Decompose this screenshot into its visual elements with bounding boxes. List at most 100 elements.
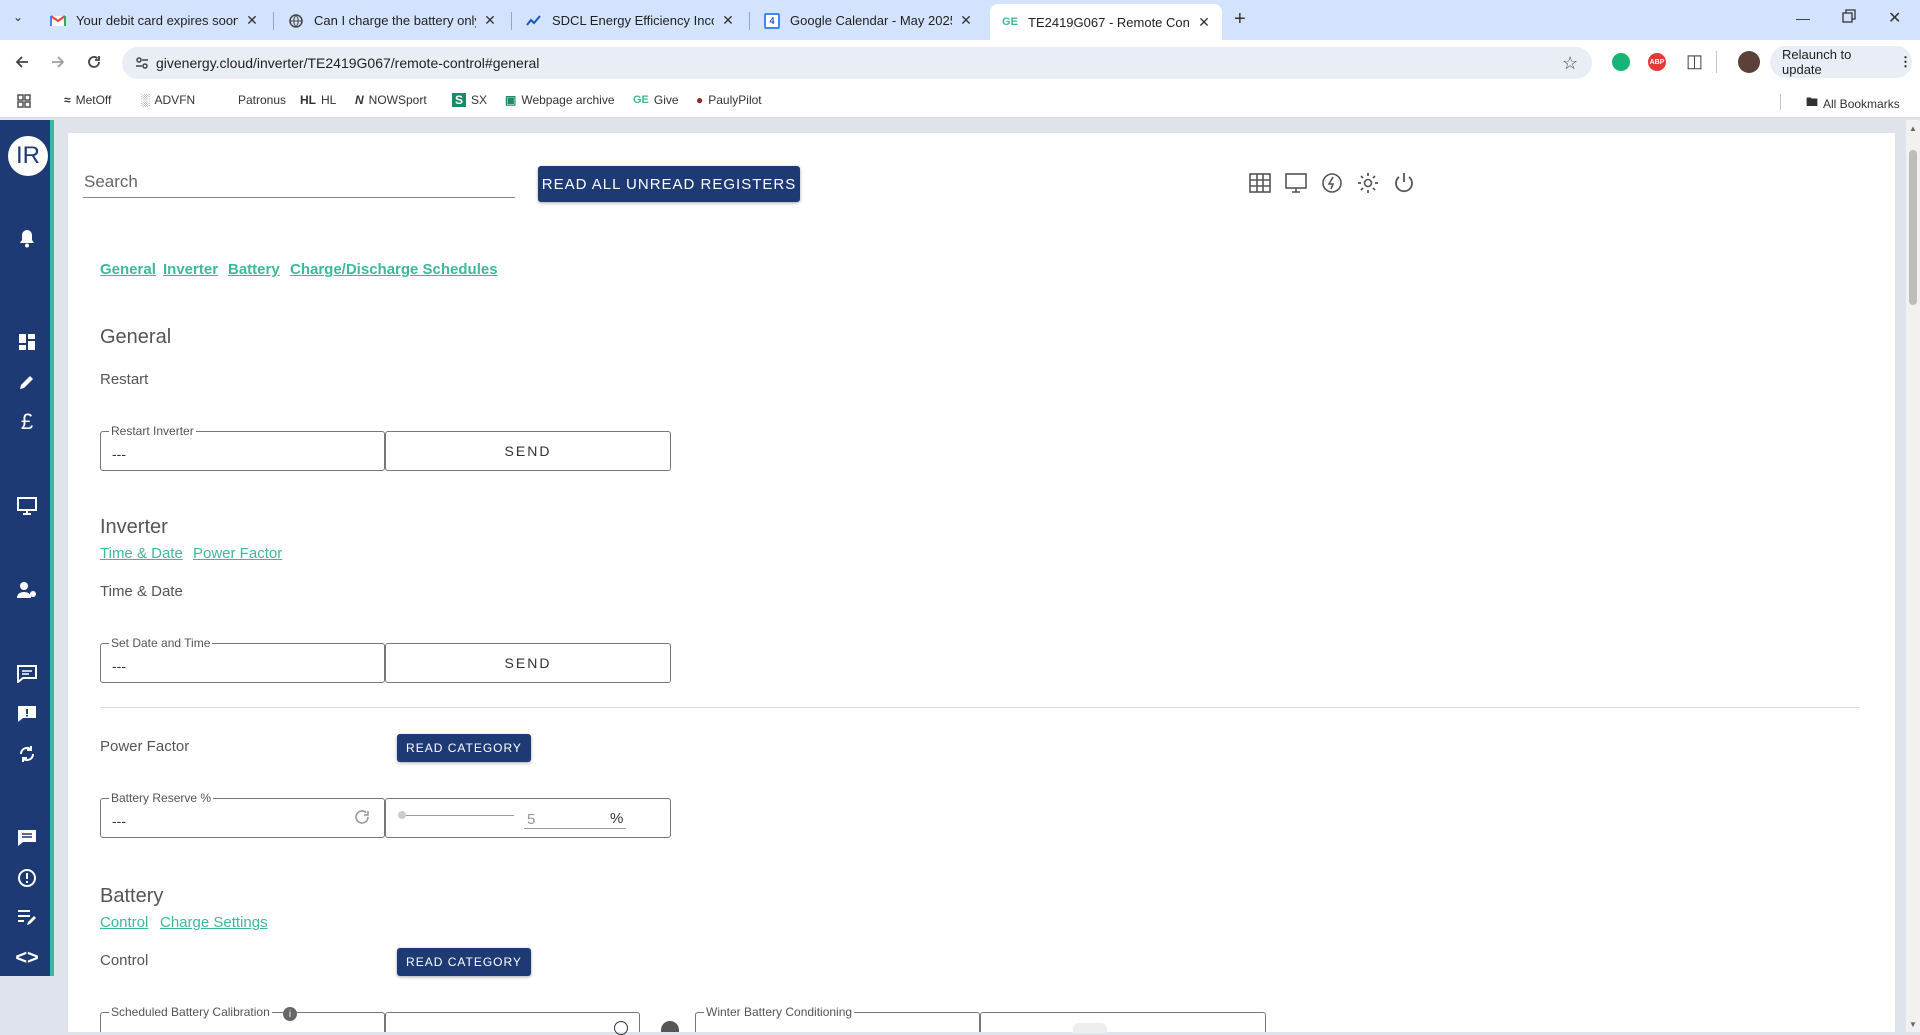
browser-tab[interactable]: Can I charge the battery only w ✕ bbox=[276, 6, 508, 35]
power-factor-subheading: Power Factor bbox=[100, 738, 190, 755]
chat-icon[interactable] bbox=[11, 658, 43, 690]
general-heading: General bbox=[100, 326, 172, 348]
refresh-icon[interactable] bbox=[353, 808, 371, 831]
restore-icon[interactable] bbox=[1842, 9, 1856, 23]
close-icon[interactable]: ✕ bbox=[244, 12, 260, 29]
window-close-icon[interactable]: ✕ bbox=[1888, 8, 1901, 28]
extension-icon[interactable] bbox=[1612, 53, 1630, 71]
read-all-unread-registers-button[interactable]: READ ALL UNREAD REGISTERS bbox=[538, 166, 800, 202]
address-bar[interactable]: givenergy.cloud/inverter/TE2419G067/remo… bbox=[122, 47, 1592, 79]
power-factor-read-category-button[interactable]: READ CATEGORY bbox=[397, 734, 531, 762]
set-date-time-field[interactable]: Set Date and Time --- bbox=[100, 636, 385, 683]
apps-grid-icon[interactable] bbox=[17, 94, 31, 113]
tab-search-chevron-icon[interactable]: ⌄ bbox=[8, 10, 28, 30]
inverter-link-time-date[interactable]: Time & Date bbox=[100, 545, 183, 562]
clock-icon[interactable] bbox=[614, 1021, 628, 1035]
tab-title: TE2419G067 - Remote Control bbox=[1028, 14, 1190, 30]
restart-subheading: Restart bbox=[100, 371, 149, 388]
close-icon[interactable]: ✕ bbox=[720, 12, 736, 29]
battery-read-category-button[interactable]: READ CATEGORY bbox=[397, 948, 531, 976]
section-link-battery[interactable]: Battery bbox=[228, 261, 280, 278]
edit-pencil-icon[interactable] bbox=[11, 366, 43, 398]
reserve-slider-thumb[interactable] bbox=[398, 811, 406, 819]
sync-icon[interactable] bbox=[11, 738, 43, 770]
search-placeholder: Search bbox=[84, 172, 138, 191]
list-edit-icon[interactable] bbox=[11, 902, 43, 934]
extensions-puzzle-icon[interactable]: ◫ bbox=[1686, 51, 1703, 72]
power-icon[interactable] bbox=[1392, 171, 1418, 197]
settings-gear-icon[interactable] bbox=[1356, 171, 1382, 197]
bookmark-paulypilot[interactable]: ● PaulyPilot bbox=[696, 93, 762, 107]
bookmark-give[interactable]: GE Give bbox=[633, 93, 679, 107]
reload-icon[interactable] bbox=[80, 48, 108, 76]
bookmark-patronus[interactable]: Patronus bbox=[238, 93, 286, 107]
relaunch-button[interactable]: Relaunch to update ⋮ bbox=[1770, 46, 1912, 78]
bookmark-hl[interactable]: HL HL bbox=[300, 93, 336, 107]
forward-icon[interactable] bbox=[44, 48, 72, 76]
reserve-slider-track[interactable] bbox=[402, 815, 514, 816]
monitor-icon[interactable] bbox=[11, 490, 43, 522]
close-icon[interactable]: ✕ bbox=[958, 12, 974, 29]
site-info-icon[interactable] bbox=[134, 55, 150, 76]
browser-tab[interactable]: Your debit card expires soon ✕ bbox=[38, 6, 270, 35]
dashboard-icon[interactable] bbox=[11, 326, 43, 358]
monitor-icon[interactable] bbox=[1284, 171, 1310, 197]
scheduled-battery-calibration-field[interactable]: Scheduled Battery Calibration i bbox=[100, 1005, 385, 1032]
feedback-icon[interactable] bbox=[11, 698, 43, 730]
page-scrollbar[interactable]: ▲ ▼ bbox=[1906, 120, 1920, 1032]
forum-icon[interactable] bbox=[11, 822, 43, 854]
notifications-bell-icon[interactable] bbox=[11, 222, 43, 254]
close-icon[interactable]: ✕ bbox=[482, 12, 498, 29]
code-icon[interactable]: <> bbox=[11, 942, 43, 974]
battery-link-charge-settings[interactable]: Charge Settings bbox=[160, 914, 268, 931]
alert-circle-icon[interactable] bbox=[11, 862, 43, 894]
browser-tab-active[interactable]: GE TE2419G067 - Remote Control ✕ bbox=[990, 4, 1222, 40]
bookmark-star-icon[interactable]: ☆ bbox=[1562, 53, 1578, 74]
close-icon[interactable]: ✕ bbox=[1196, 14, 1212, 31]
time-send-button[interactable]: SEND bbox=[385, 643, 671, 683]
clear-icon[interactable] bbox=[661, 1021, 679, 1032]
bars-icon: ░ bbox=[141, 93, 150, 107]
section-link-schedules[interactable]: Charge/Discharge Schedules bbox=[290, 261, 498, 278]
tab-title: Your debit card expires soon bbox=[76, 13, 238, 28]
bookmark-metoff[interactable]: ≈ MetOff bbox=[64, 93, 111, 107]
calibration-time-field[interactable] bbox=[385, 1012, 640, 1035]
restart-inverter-field[interactable]: Restart Inverter --- bbox=[100, 424, 385, 471]
pound-icon[interactable]: £ bbox=[11, 406, 43, 438]
tab-title: Can I charge the battery only w bbox=[314, 13, 476, 28]
bookmark-webpage-archive[interactable]: ▣ Webpage archive bbox=[505, 93, 615, 107]
reserve-number-input[interactable]: 5 % bbox=[524, 809, 626, 829]
battery-reserve-field[interactable]: Battery Reserve % --- bbox=[100, 791, 385, 838]
bookmarks-bar: ≈ MetOff ░ ADVFN Patronus HL HL N NOWSport S… bbox=[0, 85, 1920, 118]
bookmark-nowsport[interactable]: N NOWSport bbox=[355, 93, 427, 107]
inverter-link-power-factor[interactable]: Power Factor bbox=[193, 545, 282, 562]
user-avatar[interactable]: IR bbox=[8, 136, 48, 176]
bookmark-advfn[interactable]: ░ ADVFN bbox=[141, 93, 195, 107]
browser-tab[interactable]: 4 Google Calendar - May 2025 ✕ bbox=[752, 6, 984, 35]
back-icon[interactable] bbox=[8, 48, 36, 76]
browser-tab[interactable]: SDCL Energy Efficiency Income ✕ bbox=[514, 6, 746, 35]
info-icon[interactable]: i bbox=[283, 1007, 297, 1021]
field-value: --- bbox=[112, 813, 126, 829]
adblock-icon[interactable]: ABP bbox=[1648, 53, 1666, 71]
user-settings-icon[interactable] bbox=[11, 574, 43, 606]
battery-link-control[interactable]: Control bbox=[100, 914, 148, 931]
table-grid-icon[interactable] bbox=[1248, 171, 1274, 197]
all-bookmarks[interactable]: 🖿 All Bookmarks bbox=[1806, 93, 1900, 114]
power-meter-icon[interactable] bbox=[1320, 171, 1346, 197]
tab-title: Google Calendar - May 2025 bbox=[790, 13, 952, 28]
field-label: Restart Inverter bbox=[109, 424, 196, 438]
new-tab-icon[interactable]: + bbox=[1234, 8, 1246, 31]
section-link-general[interactable]: General bbox=[100, 261, 156, 278]
winter-battery-conditioning-field[interactable]: Winter Battery Conditioning bbox=[695, 1005, 980, 1032]
scroll-down-icon[interactable]: ▼ bbox=[1909, 1020, 1917, 1029]
scrollbar-thumb[interactable] bbox=[1909, 150, 1917, 305]
restart-send-button[interactable]: SEND bbox=[385, 431, 671, 471]
bookmark-sx[interactable]: S SX bbox=[452, 93, 487, 107]
minimize-icon[interactable]: — bbox=[1796, 10, 1810, 26]
winter-conditioning-toggle-field[interactable] bbox=[980, 1012, 1266, 1033]
search-input[interactable]: Search bbox=[83, 168, 515, 198]
scroll-up-icon[interactable]: ▲ bbox=[1909, 124, 1917, 133]
profile-avatar[interactable] bbox=[1738, 51, 1760, 73]
section-link-inverter[interactable]: Inverter bbox=[163, 261, 218, 278]
